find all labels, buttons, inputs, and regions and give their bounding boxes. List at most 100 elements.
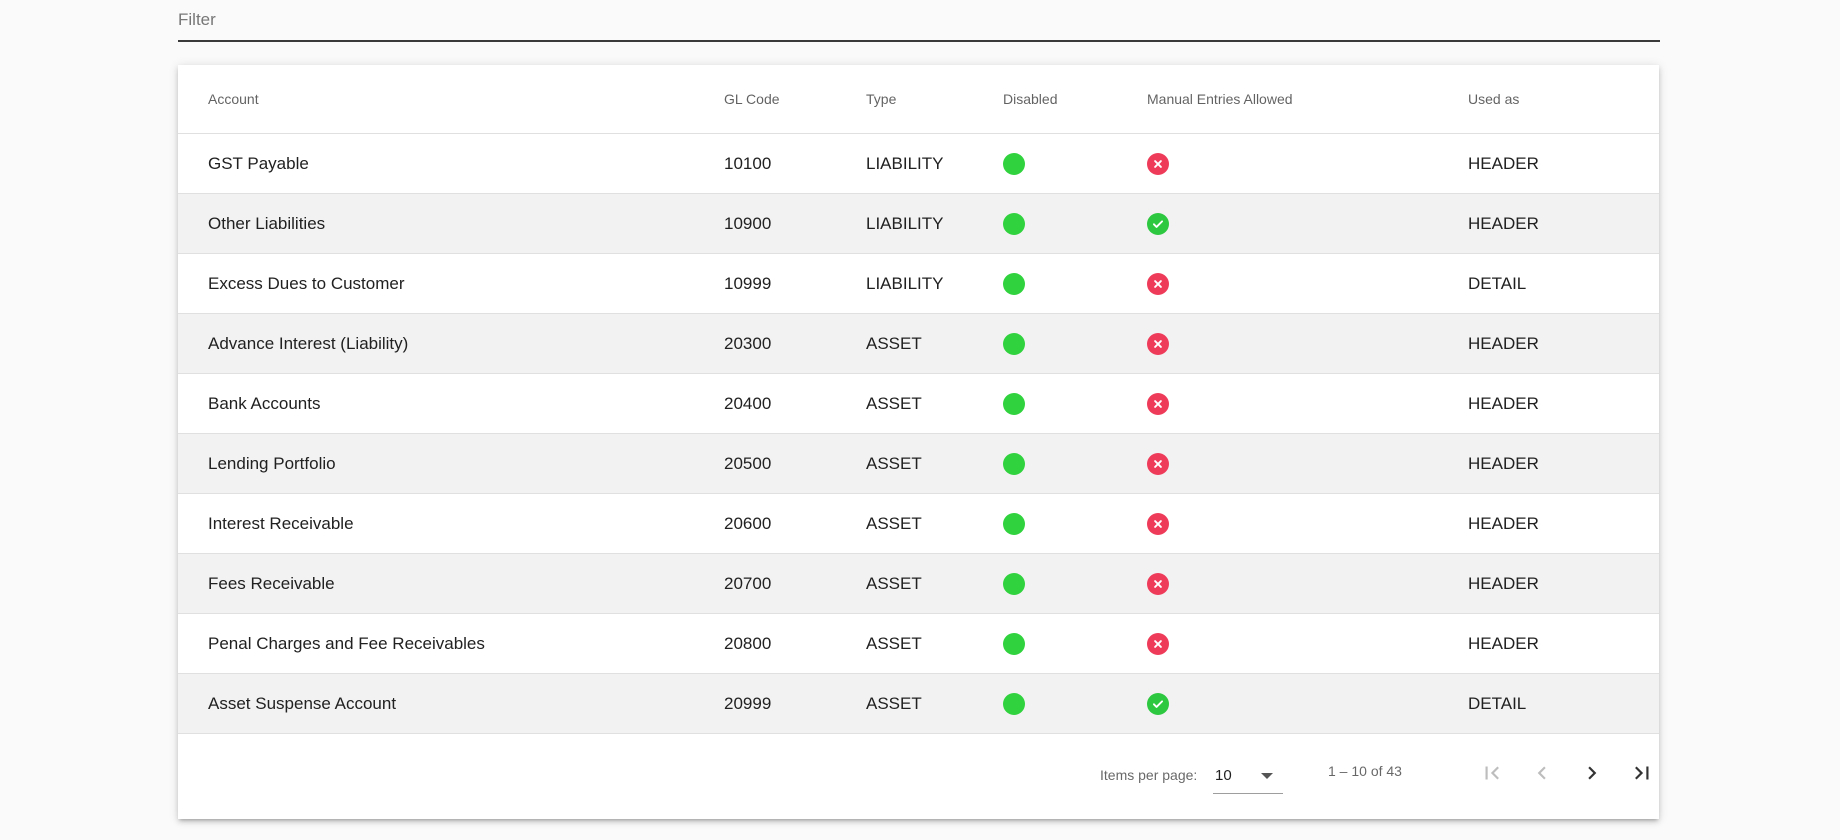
header-used-as[interactable]: Used as xyxy=(1468,65,1659,134)
manual-entries-cell xyxy=(1147,133,1468,194)
gl-code-cell: 20700 xyxy=(724,553,866,614)
status-dot-icon xyxy=(1003,272,1025,295)
header-disabled[interactable]: Disabled xyxy=(1003,65,1147,134)
manual-entries-cell xyxy=(1147,673,1468,734)
used-as-cell: HEADER xyxy=(1468,553,1659,614)
gl-code-cell: 20300 xyxy=(724,313,866,374)
gl-accounts-table: Account GL Code Type Disabled Manual Ent… xyxy=(178,65,1659,734)
cancel-circle-icon xyxy=(1147,452,1169,475)
header-gl-code[interactable]: GL Code xyxy=(724,65,866,134)
disabled-cell xyxy=(1003,253,1147,314)
table-row[interactable]: Lending Portfolio 20500 ASSET HEADER xyxy=(178,433,1659,494)
manual-entries-cell xyxy=(1147,553,1468,614)
used-as-cell: DETAIL xyxy=(1468,253,1659,314)
manual-entries-cell xyxy=(1147,313,1468,374)
account-cell: Excess Dues to Customer xyxy=(208,253,724,314)
filter-input[interactable] xyxy=(178,10,1660,30)
account-cell: Other Liabilities xyxy=(208,193,724,254)
account-cell: GST Payable xyxy=(208,133,724,194)
gl-code-cell: 20600 xyxy=(724,493,866,554)
status-dot-icon xyxy=(1003,632,1025,655)
disabled-cell xyxy=(1003,493,1147,554)
manual-entries-cell xyxy=(1147,613,1468,674)
table-row[interactable]: Advance Interest (Liability) 20300 ASSET HE… xyxy=(178,313,1659,374)
table-row[interactable]: Penal Charges and Fee Receivables 20800 AS… xyxy=(178,613,1659,674)
type-cell: ASSET xyxy=(866,313,1003,374)
gl-code-cell: 10999 xyxy=(724,253,866,314)
status-dot-icon xyxy=(1003,452,1025,475)
table-row[interactable]: Asset Suspense Account 20999 ASSET DETAIL xyxy=(178,673,1659,734)
type-cell: ASSET xyxy=(866,493,1003,554)
account-cell: Interest Receivable xyxy=(208,493,724,554)
status-dot-icon xyxy=(1003,512,1025,535)
row-spacer xyxy=(178,133,208,194)
items-per-page-select[interactable]: 10 xyxy=(1213,759,1283,794)
header-manual-entries-allowed[interactable]: Manual Entries Allowed xyxy=(1147,65,1468,134)
account-cell: Fees Receivable xyxy=(208,553,724,614)
header-account[interactable]: Account xyxy=(208,65,724,134)
header-type[interactable]: Type xyxy=(866,65,1003,134)
status-dot-icon xyxy=(1003,392,1025,415)
previous-page-button[interactable] xyxy=(1524,755,1560,791)
check-circle-icon xyxy=(1147,212,1169,235)
items-per-page-value: 10 xyxy=(1215,767,1232,784)
used-as-cell: HEADER xyxy=(1468,193,1659,254)
status-dot-icon xyxy=(1003,332,1025,355)
cancel-circle-icon xyxy=(1147,272,1169,295)
gl-code-cell: 20800 xyxy=(724,613,866,674)
check-circle-icon xyxy=(1147,692,1169,715)
manual-entries-cell xyxy=(1147,493,1468,554)
row-spacer xyxy=(178,193,208,254)
previous-page-icon xyxy=(1537,766,1546,780)
disabled-cell xyxy=(1003,313,1147,374)
account-cell: Bank Accounts xyxy=(208,373,724,434)
row-spacer xyxy=(178,613,208,674)
used-as-cell: HEADER xyxy=(1468,313,1659,374)
account-cell: Lending Portfolio xyxy=(208,433,724,494)
type-cell: ASSET xyxy=(866,613,1003,674)
disabled-cell xyxy=(1003,133,1147,194)
row-spacer xyxy=(178,313,208,374)
manual-entries-cell xyxy=(1147,373,1468,434)
table-row[interactable]: Interest Receivable 20600 ASSET HEADER xyxy=(178,493,1659,554)
disabled-cell xyxy=(1003,673,1147,734)
used-as-cell: HEADER xyxy=(1468,433,1659,494)
status-dot-icon xyxy=(1003,152,1025,175)
type-cell: ASSET xyxy=(866,553,1003,614)
used-as-cell: HEADER xyxy=(1468,493,1659,554)
dropdown-arrow-icon xyxy=(1261,773,1273,779)
account-cell: Penal Charges and Fee Receivables xyxy=(208,613,724,674)
table-row[interactable]: GST Payable 10100 LIABILITY HEADER xyxy=(178,133,1659,194)
cancel-circle-icon xyxy=(1147,152,1169,175)
type-cell: ASSET xyxy=(866,673,1003,734)
type-cell: LIABILITY xyxy=(866,133,1003,194)
table-row[interactable]: Excess Dues to Customer 10999 LIABILITY DET… xyxy=(178,253,1659,314)
disabled-cell xyxy=(1003,193,1147,254)
disabled-cell xyxy=(1003,613,1147,674)
gl-code-cell: 20500 xyxy=(724,433,866,494)
gl-code-cell: 20400 xyxy=(724,373,866,434)
filter-field[interactable] xyxy=(178,0,1660,42)
table-row[interactable]: Other Liabilities 10900 LIABILITY HEADER xyxy=(178,193,1659,254)
used-as-cell: HEADER xyxy=(1468,613,1659,674)
table-header-row: Account GL Code Type Disabled Manual Ent… xyxy=(178,65,1659,134)
type-cell: LIABILITY xyxy=(866,193,1003,254)
row-spacer xyxy=(178,673,208,734)
type-cell: LIABILITY xyxy=(866,253,1003,314)
last-page-button[interactable] xyxy=(1624,755,1660,791)
used-as-cell: HEADER xyxy=(1468,133,1659,194)
first-page-button[interactable] xyxy=(1474,755,1510,791)
row-spacer xyxy=(178,553,208,614)
next-page-button[interactable] xyxy=(1574,755,1610,791)
gl-code-cell: 10900 xyxy=(724,193,866,254)
manual-entries-cell xyxy=(1147,433,1468,494)
disabled-cell xyxy=(1003,373,1147,434)
row-spacer xyxy=(178,253,208,314)
table-row[interactable]: Fees Receivable 20700 ASSET HEADER xyxy=(178,553,1659,614)
gl-accounts-table-card: Account GL Code Type Disabled Manual Ent… xyxy=(178,65,1659,819)
row-spacer xyxy=(178,433,208,494)
used-as-cell: HEADER xyxy=(1468,373,1659,434)
cancel-circle-icon xyxy=(1147,512,1169,535)
table-row[interactable]: Bank Accounts 20400 ASSET HEADER xyxy=(178,373,1659,434)
page-range-label: 1 – 10 of 43 xyxy=(1328,763,1402,779)
